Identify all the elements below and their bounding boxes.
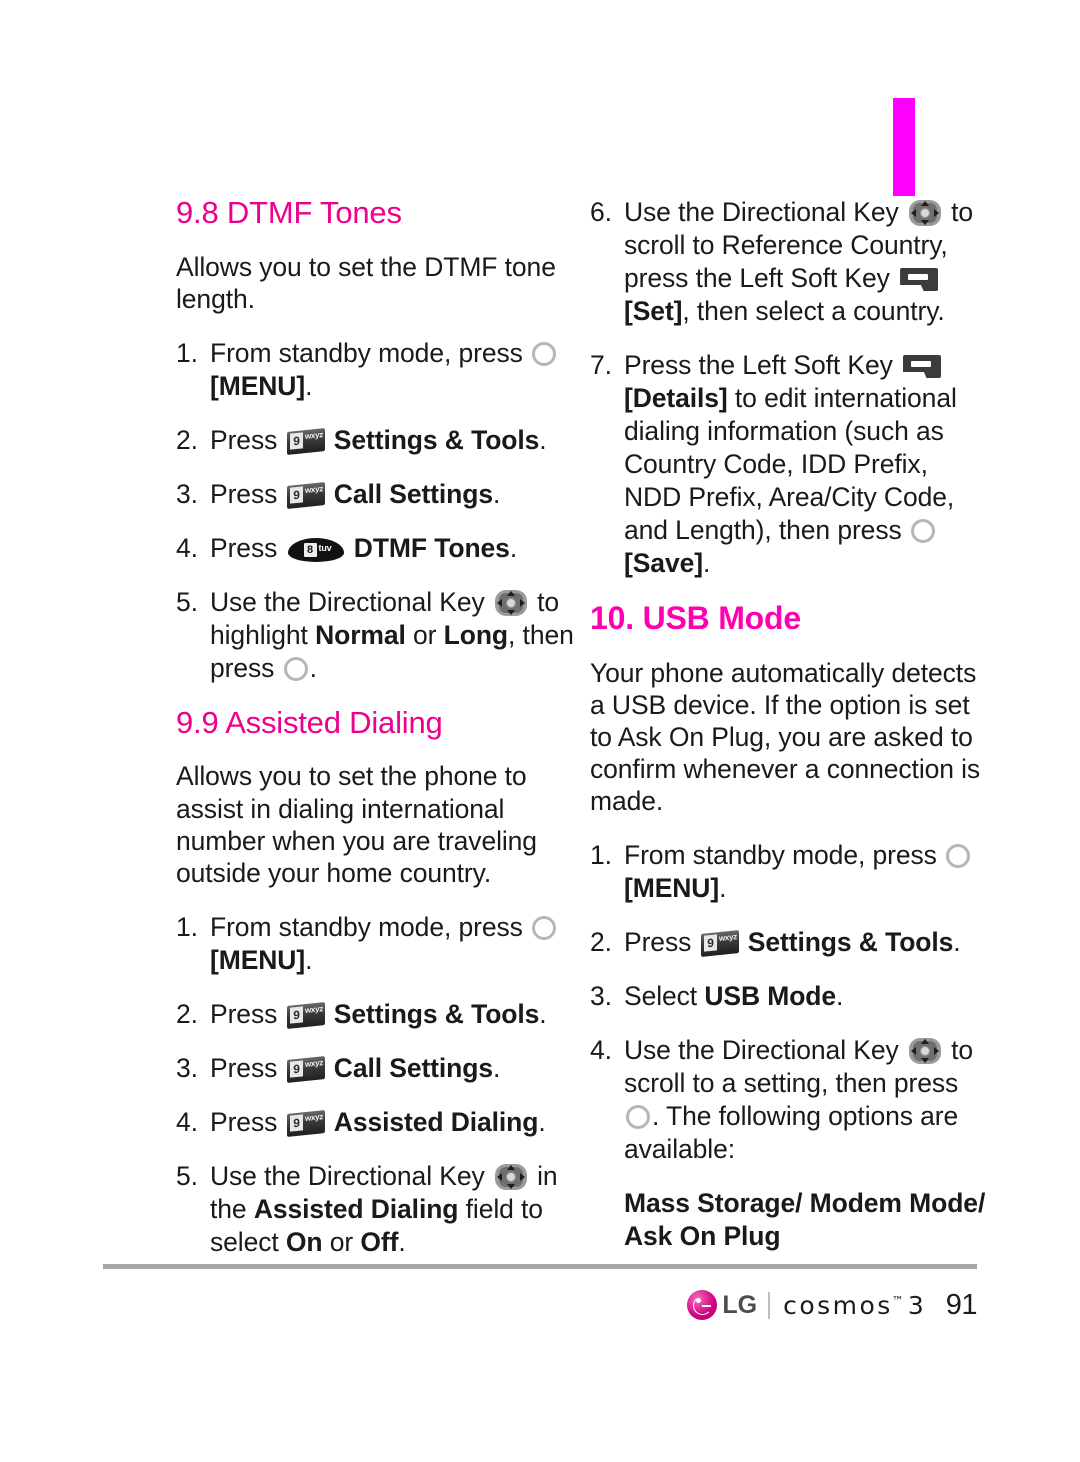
step-item: 5. Use the Directional Key to highlight N… <box>176 586 574 683</box>
step-emphasis: USB Mode <box>704 980 837 1011</box>
step-item: 2. Press 9 wxyz Settings & Tools. <box>176 998 547 1029</box>
product-name-text: cosmos <box>783 1290 893 1320</box>
step-emphasis: Settings & Tools <box>747 926 954 957</box>
step-emphasis: [Save] <box>624 547 703 578</box>
footer-divider <box>103 1264 977 1269</box>
footer-separator <box>768 1291 771 1319</box>
key-9-wxyz-icon: 9 wxyz <box>286 481 325 509</box>
step-item: 1. From standby mode, press [MENU]. <box>176 337 576 403</box>
section-intro-dtmf-tones: Allows you to set the DTMF tone length. <box>176 251 556 314</box>
step-number: 1. <box>176 911 198 942</box>
step-emphasis: Normal <box>315 619 406 650</box>
key-8-tuv-icon: 8 tuv <box>287 537 344 562</box>
left-soft-key-icon <box>900 267 939 291</box>
step-number: 4. <box>176 532 198 563</box>
trademark-symbol: ™ <box>891 1293 904 1308</box>
step-emphasis: [MENU] <box>624 872 720 903</box>
ok-button-icon <box>910 518 935 543</box>
product-name: cosmos™ 3 <box>783 1291 924 1320</box>
step-number: 3. <box>590 980 612 1011</box>
step-number: 5. <box>176 1160 198 1191</box>
page-number: 91 <box>945 1288 978 1321</box>
product-version: 3 <box>907 1290 924 1320</box>
directional-key-icon <box>494 1163 527 1190</box>
key-9-wxyz-icon: 9 wxyz <box>286 1001 325 1029</box>
step-list-usb-mode: 1. From standby mode, press [MENU]. 2. Pres… <box>590 839 990 1166</box>
step-emphasis: [Set] <box>624 295 683 326</box>
directional-key-icon <box>908 1037 941 1064</box>
step-item: 7. Press the Left Soft Key [Details] to e… <box>590 349 957 578</box>
step-list-dtmf-tones: 1. From standby mode, press [MENU]. 2. Pres… <box>176 337 576 685</box>
usb-mode-options: Mass Storage/ Modem Mode/ Ask On Plug <box>624 1187 986 1251</box>
chapter-edge-tab <box>893 98 915 196</box>
step-emphasis: Off <box>360 1226 399 1257</box>
step-number: 4. <box>176 1106 198 1137</box>
section-heading-assisted-dialing: 9.9 Assisted Dialing <box>176 704 443 740</box>
directional-key-icon <box>494 589 527 616</box>
ok-button-icon <box>626 1104 650 1129</box>
key-9-wxyz-icon: 9 wxyz <box>286 427 325 455</box>
step-number: 1. <box>590 839 612 870</box>
step-emphasis: Long <box>443 619 509 650</box>
step-item: 5. Use the Directional Key in the Assiste… <box>176 1160 558 1257</box>
step-item: 3. Press 9 wxyz Call Settings. <box>176 478 501 509</box>
ok-button-icon <box>532 915 557 940</box>
step-emphasis: Assisted Dialing <box>253 1193 459 1224</box>
left-column: 9.8 DTMF Tones Allows you to set the DTM… <box>176 195 576 1280</box>
step-number: 1. <box>176 337 198 368</box>
step-item: 3. Select USB Mode. <box>590 980 844 1011</box>
step-item: 4. Use the Directional Key to scroll to a… <box>590 1034 974 1164</box>
step-item: 4. Press 9 wxyz Assisted Dialing. <box>176 1106 546 1137</box>
section-heading-usb-mode: 10. USB Mode <box>590 599 801 636</box>
step-list-assisted-dialing: 1. From standby mode, press [MENU]. 2. Pres… <box>176 911 576 1259</box>
step-number: 2. <box>176 998 198 1029</box>
key-9-wxyz-icon: 9 wxyz <box>286 1055 325 1083</box>
step-emphasis: DTMF Tones <box>353 532 510 563</box>
step-item: 2. Press 9 wxyz Settings & Tools. <box>176 424 547 455</box>
section-intro-assisted-dialing: Allows you to set the phone to assist in… <box>176 761 537 888</box>
page-columns: 9.8 DTMF Tones Allows you to set the DTM… <box>0 195 1080 1280</box>
section-heading-dtmf-tones: 9.8 DTMF Tones <box>176 195 402 230</box>
section-intro-usb-mode: Your phone automatically detects a USB d… <box>590 657 981 816</box>
step-item: 6. Use the Directional Key to scroll to R… <box>590 197 974 326</box>
step-number: 6. <box>590 197 612 227</box>
ok-button-icon <box>532 341 557 366</box>
step-number: 3. <box>176 1052 198 1083</box>
step-number: 4. <box>590 1034 612 1065</box>
page-footer: LG cosmos™ 3 91 <box>103 1283 978 1327</box>
step-emphasis: Assisted Dialing <box>333 1106 539 1137</box>
step-item: 2. Press 9 wxyz Settings & Tools. <box>590 926 961 957</box>
step-emphasis: [MENU] <box>210 370 306 401</box>
ok-button-icon <box>946 843 971 868</box>
step-item: 3. Press 9 wxyz Call Settings. <box>176 1052 501 1083</box>
key-9-wxyz-icon: 9 wxyz <box>700 929 739 957</box>
step-item: 1. From standby mode, press [MENU]. <box>176 911 576 977</box>
step-emphasis: Settings & Tools <box>333 424 540 455</box>
directional-key-icon <box>908 200 941 226</box>
step-emphasis: Settings & Tools <box>333 998 540 1029</box>
step-emphasis: Call Settings <box>333 1052 493 1083</box>
step-list-assisted-dialing-continued: 6. Use the Directional Key to scroll to R… <box>590 196 990 580</box>
step-emphasis: Call Settings <box>333 478 493 509</box>
key-9-wxyz-icon: 9 wxyz <box>286 1109 325 1137</box>
step-item: 4. Press 8 tuv DTMF Tones. <box>176 532 518 563</box>
left-soft-key-icon <box>903 354 941 378</box>
step-emphasis: [MENU] <box>210 944 306 975</box>
right-column: 6. Use the Directional Key to scroll to R… <box>590 196 990 1280</box>
step-number: 7. <box>590 349 612 380</box>
lg-wordmark: LG <box>722 1290 758 1319</box>
step-item: 1. From standby mode, press [MENU]. <box>590 839 990 905</box>
ok-button-icon <box>283 656 308 681</box>
step-emphasis: On <box>285 1226 323 1257</box>
step-number: 3. <box>176 478 198 509</box>
lg-logo-icon <box>687 1290 718 1320</box>
step-number: 5. <box>176 586 198 617</box>
manual-page: 9.8 DTMF Tones Allows you to set the DTM… <box>0 0 1080 1462</box>
step-emphasis: [Details] <box>624 382 728 413</box>
step-number: 2. <box>590 926 612 957</box>
step-number: 2. <box>176 424 198 455</box>
